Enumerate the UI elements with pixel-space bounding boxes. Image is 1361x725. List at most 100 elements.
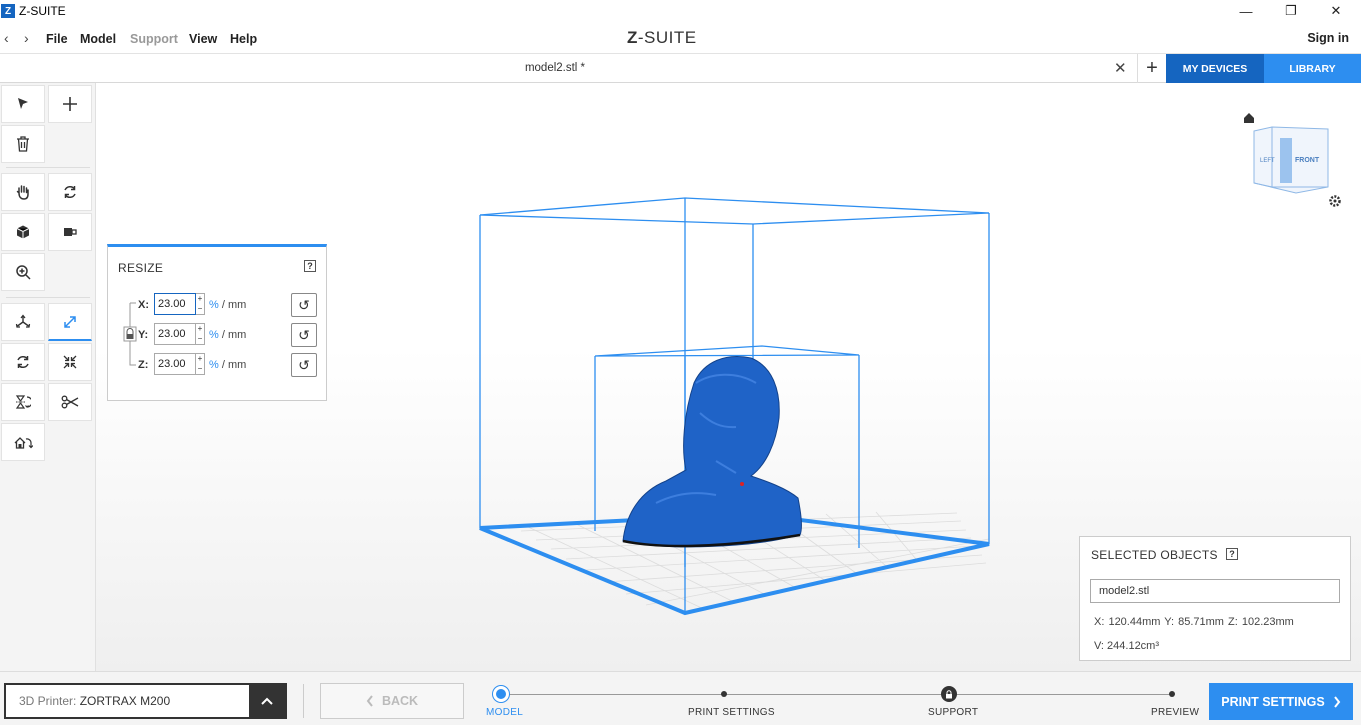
resize-panel: RESIZE ? X: 23.00 + − % / mm ↺ Y: 23.00 +… [107, 244, 327, 401]
printer-label: 3D Printer: ZORTRAX M200 [19, 694, 170, 708]
view-cube[interactable]: LEFT FRONT [1253, 126, 1329, 194]
x-step-up[interactable]: + [196, 294, 204, 304]
close-tab-icon[interactable]: ✕ [1114, 59, 1127, 77]
move-axes-icon [15, 314, 31, 328]
forward-nav-icon[interactable]: › [24, 30, 29, 46]
lock-aspect-icon[interactable] [124, 327, 136, 341]
axis-x-label: X: [138, 299, 149, 311]
printer-prefix: 3D Printer: [19, 694, 80, 708]
place-on-face-tool[interactable] [48, 213, 92, 251]
head-model[interactable] [622, 356, 802, 548]
selected-help-icon[interactable]: ? [1226, 548, 1238, 560]
auto-arrange-tool[interactable] [1, 423, 45, 461]
x-step-down[interactable]: − [196, 304, 204, 314]
rotate-view-tool[interactable] [48, 173, 92, 211]
bottom-divider [303, 684, 304, 718]
reset-x-button[interactable]: ↺ [291, 293, 317, 317]
unit-mm[interactable]: / mm [219, 299, 246, 311]
resize-y-input[interactable]: 23.00 [154, 323, 196, 345]
step-support-lock-icon[interactable] [941, 686, 957, 702]
resize-tool[interactable] [48, 303, 92, 341]
printer-dropdown-button[interactable] [249, 685, 285, 717]
zoom-tool[interactable] [1, 253, 45, 291]
progress-track [501, 694, 1173, 695]
step-preview-marker[interactable] [1169, 691, 1175, 697]
close-window-button[interactable]: ✕ [1313, 0, 1359, 22]
window-title: Z-SUITE [19, 4, 66, 18]
unit-mm[interactable]: / mm [219, 359, 246, 371]
restore-button[interactable]: ❐ [1268, 0, 1314, 22]
unit-percent[interactable]: % [209, 359, 219, 371]
view-settings-gear-icon[interactable] [1329, 195, 1341, 207]
tabbar: model2.stl * ✕ + MY DEVICES LIBRARY [0, 54, 1361, 83]
trash-icon [17, 136, 29, 152]
resize-z-input[interactable]: 23.00 [154, 353, 196, 375]
step-print-settings-marker[interactable] [721, 691, 727, 697]
rotate-view-icon [64, 185, 76, 199]
resize-z-unit[interactable]: % / mm [209, 359, 246, 371]
toolbar-divider [6, 167, 90, 168]
move-tool[interactable] [1, 303, 45, 341]
pan-tool[interactable] [1, 173, 45, 211]
unit-percent[interactable]: % [209, 299, 219, 311]
sign-in-link[interactable]: Sign in [1307, 31, 1349, 45]
brand-z: Z [627, 28, 638, 47]
reset-z-button[interactable]: ↺ [291, 353, 317, 377]
scale-to-fit-tool[interactable] [48, 343, 92, 381]
step-preview-label[interactable]: PREVIEW [1151, 707, 1199, 718]
unit-mm[interactable]: / mm [219, 329, 246, 341]
resize-x-stepper[interactable]: + − [196, 293, 205, 315]
view-cube-front-label: FRONT [1295, 157, 1320, 164]
axis-y-label: Y: [138, 329, 149, 341]
menu-support[interactable]: Support [130, 32, 178, 46]
add-model-tool[interactable] [48, 85, 92, 123]
cube-icon [16, 225, 30, 239]
cut-tool[interactable] [48, 383, 92, 421]
y-step-up[interactable]: + [196, 324, 204, 334]
resize-x-unit[interactable]: % / mm [209, 299, 246, 311]
reset-icon: ↺ [298, 356, 310, 373]
resize-y-stepper[interactable]: + − [196, 323, 205, 345]
place-face-icon [64, 228, 77, 236]
resize-y-unit[interactable]: % / mm [209, 329, 246, 341]
delete-tool[interactable] [1, 125, 45, 163]
resize-z-stepper[interactable]: + − [196, 353, 205, 375]
rotate-icon [17, 355, 29, 369]
bottom-bar: 3D Printer: ZORTRAX M200 BACK MODEL PRIN… [0, 671, 1361, 725]
my-devices-button[interactable]: MY DEVICES [1166, 54, 1264, 83]
view-cube-tool[interactable] [1, 213, 45, 251]
menu-file[interactable]: File [46, 32, 68, 46]
z-step-down[interactable]: − [196, 364, 204, 374]
scissors-icon [61, 395, 79, 409]
step-support-label[interactable]: SUPPORT [928, 707, 978, 718]
z-step-up[interactable]: + [196, 354, 204, 364]
step-print-settings-label[interactable]: PRINT SETTINGS [688, 707, 775, 718]
mirror-tool[interactable] [1, 383, 45, 421]
reset-y-button[interactable]: ↺ [291, 323, 317, 347]
tab-model2[interactable]: model2.stl * [470, 62, 640, 74]
print-settings-button[interactable]: PRINT SETTINGS [1209, 683, 1353, 720]
library-button[interactable]: LIBRARY [1264, 54, 1361, 83]
resize-help-icon[interactable]: ? [304, 260, 316, 272]
home-view-icon[interactable] [1244, 113, 1254, 123]
unit-percent[interactable]: % [209, 329, 219, 341]
hand-icon [16, 185, 29, 200]
resize-x-input[interactable]: 23.00 [154, 293, 196, 315]
menu-model[interactable]: Model [80, 32, 116, 46]
selected-object-name[interactable]: model2.stl [1090, 579, 1340, 603]
menu-help[interactable]: Help [230, 32, 257, 46]
rotate-tool[interactable] [1, 343, 45, 381]
menu-view[interactable]: View [189, 32, 217, 46]
step-model-label[interactable]: MODEL [486, 707, 523, 718]
add-tab-button[interactable]: + [1137, 54, 1166, 83]
minimize-button[interactable]: — [1223, 0, 1269, 22]
printer-selector[interactable]: 3D Printer: ZORTRAX M200 [4, 683, 287, 719]
select-tool[interactable] [1, 85, 45, 123]
cursor-icon [18, 98, 28, 109]
back-nav-icon[interactable]: ‹ [4, 30, 9, 46]
y-step-down[interactable]: − [196, 334, 204, 344]
zoom-in-icon [16, 265, 31, 280]
step-model-marker[interactable] [493, 686, 509, 702]
toolbar-divider [6, 297, 90, 298]
back-button[interactable]: BACK [320, 683, 464, 719]
